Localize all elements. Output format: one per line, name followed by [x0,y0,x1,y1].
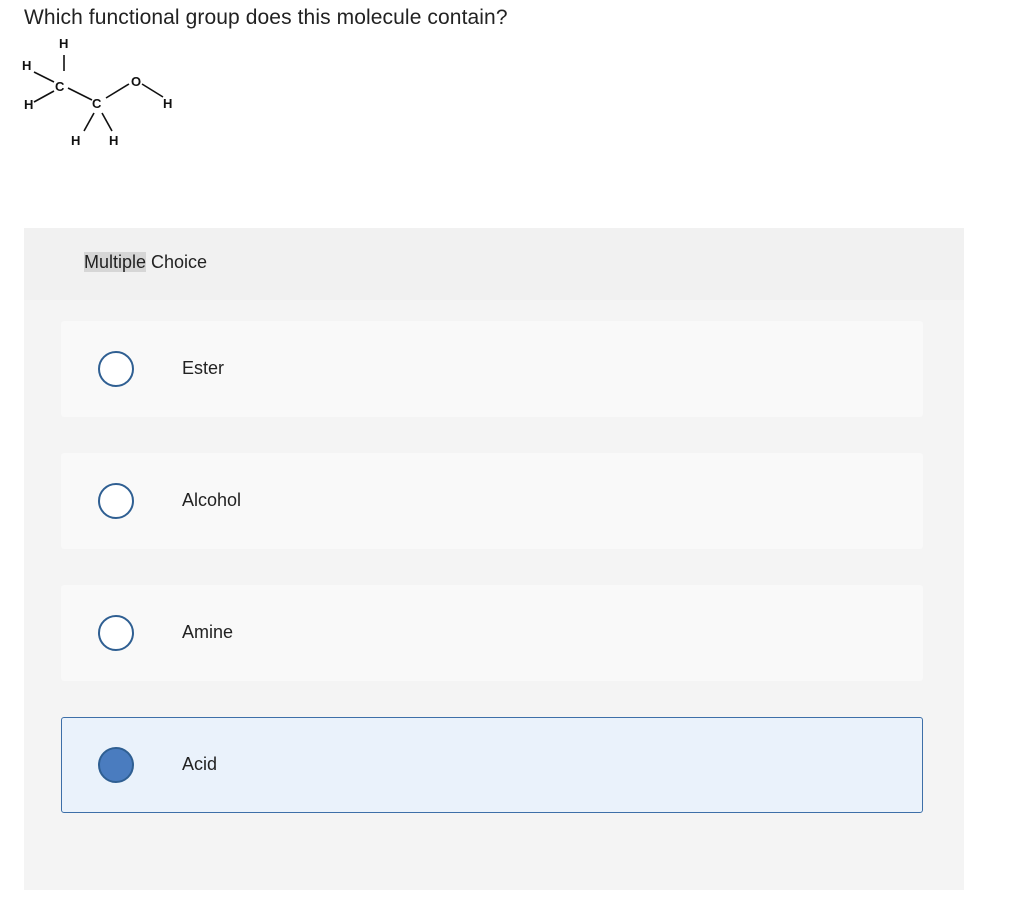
bond-o-h [141,83,164,98]
option-amine[interactable]: Amine [61,585,923,681]
bond-c2-h-bottom-left [83,112,95,132]
multiple-choice-label: Multiple Choice [84,252,207,273]
option-label: Alcohol [182,490,242,510]
radio-button[interactable] [98,615,134,651]
atom-c1: C [55,79,65,94]
atom-c2: C [92,96,102,111]
multiple-choice-panel: Multiple Choice Ester Alcohol Amine Acid [24,228,964,890]
bond-c1-h-left-lower [33,90,55,103]
bond-c1-h-left-upper [33,71,55,83]
molecule-structure: H H C H C O H H H [22,36,172,148]
option-ester[interactable]: Ester [61,321,923,417]
option-label: Acid [182,754,218,774]
option-label: Amine [182,622,234,642]
atom-h-left-lower: H [24,97,33,112]
atom-h-bottom-right: H [109,133,118,148]
atom-h-left-upper: H [22,58,31,73]
atom-h-right: H [163,96,172,111]
bond-c1-c2 [67,87,93,101]
option-acid[interactable]: Acid [61,717,923,813]
atom-o: O [131,74,141,89]
panel-header: Multiple Choice [24,228,964,300]
atom-h-bottom-left: H [71,133,80,148]
multiple-choice-label-rest: Choice [146,252,208,272]
radio-button[interactable] [98,747,134,783]
bond-c2-h-bottom-right [101,112,113,132]
radio-button[interactable] [98,483,134,519]
question-text: Which functional group does this molecul… [24,6,508,29]
option-alcohol[interactable]: Alcohol [61,453,923,549]
multiple-choice-label-highlight: Multiple [84,252,147,272]
atom-h-top: H [59,36,68,51]
radio-button[interactable] [98,351,134,387]
option-label: Ester [182,358,225,378]
bond-c2-o [105,83,130,99]
